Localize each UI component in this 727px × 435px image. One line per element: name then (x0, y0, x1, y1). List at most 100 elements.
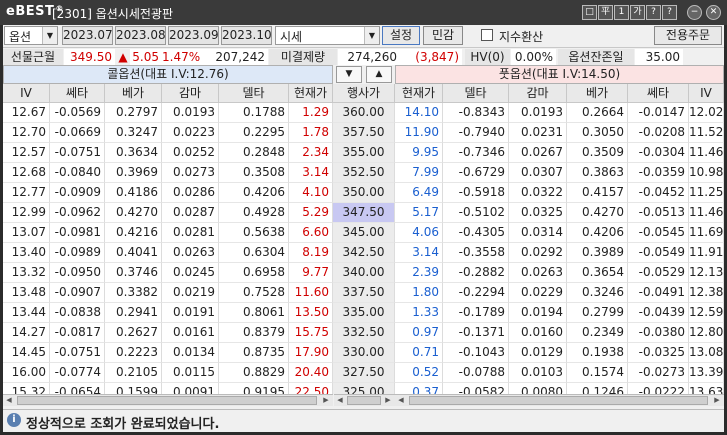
table-cell-p-price[interactable]: 1.33 (395, 303, 443, 323)
table-cell-p-price[interactable]: 0.71 (395, 343, 443, 363)
index-convert-label[interactable]: 지수환산 (499, 28, 543, 45)
window-button-restore[interactable]: □ (582, 5, 597, 20)
view-mode-select[interactable]: 시세 ▼ (275, 26, 380, 45)
scroll-right-icon[interactable]: ▶ (711, 395, 723, 406)
table-cell-c-price[interactable]: 3.14 (289, 163, 333, 183)
table-cell-p-price[interactable]: 14.10 (395, 103, 443, 123)
index-convert-checkbox[interactable] (481, 29, 493, 41)
scroll-thumb[interactable] (17, 396, 317, 405)
column-header-c-delta[interactable]: 델타 (219, 84, 289, 103)
table-cell-c-price[interactable]: 15.75 (289, 323, 333, 343)
strike-price-cell[interactable]: 360.00 (333, 103, 395, 123)
table-cell-c-price[interactable]: 1.78 (289, 123, 333, 143)
table-cell-c-price[interactable]: 6.60 (289, 223, 333, 243)
table-cell-p-theta: -0.0325 (628, 343, 689, 363)
table-cell-c-price[interactable]: 2.34 (289, 143, 333, 163)
product-select[interactable]: 옵션 ▼ (4, 26, 58, 45)
strike-price-cell[interactable]: 350.00 (333, 183, 395, 203)
table-cell-c-price[interactable]: 17.90 (289, 343, 333, 363)
strike-price-cell[interactable]: 330.00 (333, 343, 395, 363)
column-header-p-delta[interactable]: 델타 (443, 84, 509, 103)
strike-price-cell[interactable]: 352.50 (333, 163, 395, 183)
call-horizontal-scrollbar[interactable]: ◀ ▶ (3, 394, 333, 406)
column-header-c-theta[interactable]: 쎄타 (50, 84, 105, 103)
scroll-left-icon[interactable]: ◀ (3, 395, 15, 406)
column-header-c-iv[interactable]: IV (3, 84, 50, 103)
window-button-link[interactable]: 1 (614, 5, 629, 20)
sensitivity-button[interactable]: 민감 (423, 26, 463, 45)
window-button-font[interactable]: 가 (630, 5, 645, 20)
month-button-2023-08[interactable]: 2023.08 (115, 26, 166, 45)
strike-price-cell[interactable]: 335.00 (333, 303, 395, 323)
scroll-thumb[interactable] (347, 396, 381, 405)
month-button-2023-09[interactable]: 2023.09 (168, 26, 219, 45)
table-cell-c-price[interactable]: 5.29 (289, 203, 333, 223)
table-cell-c-vega: 0.2105 (105, 363, 162, 383)
column-header-p-iv[interactable]: IV (689, 84, 724, 103)
table-cell-p-price[interactable]: 0.37 (395, 383, 443, 394)
strike-price-cell[interactable]: 347.50 (333, 203, 395, 223)
table-cell-p-price[interactable]: 2.39 (395, 263, 443, 283)
strike-price-cell[interactable]: 345.00 (333, 223, 395, 243)
table-cell-p-price[interactable]: 4.06 (395, 223, 443, 243)
chevron-down-icon[interactable]: ▼ (364, 27, 379, 44)
month-button-2023-07[interactable]: 2023.07 (62, 26, 113, 45)
column-header-p-price[interactable]: 현재가 (395, 84, 443, 103)
table-cell-p-price[interactable]: 5.17 (395, 203, 443, 223)
strike-horizontal-scrollbar[interactable]: ◀ ▶ (334, 394, 395, 406)
table-cell-c-price[interactable]: 13.50 (289, 303, 333, 323)
strike-price-cell[interactable]: 340.00 (333, 263, 395, 283)
table-cell-c-price[interactable]: 1.29 (289, 103, 333, 123)
scroll-right-icon[interactable]: ▶ (382, 395, 394, 406)
table-cell-p-vega: 0.3863 (567, 163, 628, 183)
table-cell-p-iv: 11.91 (689, 243, 724, 263)
option-board-table[interactable]: IV 쎄타 베가 감마 델타 현재가 행사가 현재가 델타 감마 베가 쎄타 IV 12.67 -0.056… (3, 84, 724, 394)
column-header-p-vega[interactable]: 베가 (567, 84, 628, 103)
column-header-strike[interactable]: 행사가 (333, 84, 395, 103)
strike-price-cell[interactable]: 355.00 (333, 143, 395, 163)
close-icon[interactable]: ✕ (706, 5, 721, 20)
scroll-thumb[interactable] (409, 396, 708, 405)
scroll-left-icon[interactable]: ◀ (334, 395, 346, 406)
table-cell-p-price[interactable]: 0.52 (395, 363, 443, 383)
table-cell-c-price[interactable]: 4.10 (289, 183, 333, 203)
put-horizontal-scrollbar[interactable]: ◀ ▶ (395, 394, 724, 406)
scroll-right-icon[interactable]: ▶ (320, 395, 332, 406)
column-header-c-gamma[interactable]: 감마 (162, 84, 219, 103)
strike-price-cell[interactable]: 332.50 (333, 323, 395, 343)
window-button-pin[interactable]: 平 (598, 5, 613, 20)
table-cell-c-price[interactable]: 11.60 (289, 283, 333, 303)
table-cell-c-price[interactable]: 20.40 (289, 363, 333, 383)
scroll-left-icon[interactable]: ◀ (395, 395, 407, 406)
table-cell-c-price[interactable]: 8.19 (289, 243, 333, 263)
settings-button[interactable]: 설정 (382, 26, 420, 45)
table-cell-p-price[interactable]: 6.49 (395, 183, 443, 203)
table-cell-p-price[interactable]: 0.97 (395, 323, 443, 343)
window-button-help[interactable]: ? (662, 5, 677, 20)
table-cell-c-gamma: 0.0091 (162, 383, 219, 394)
strike-price-cell[interactable]: 342.50 (333, 243, 395, 263)
table-cell-c-price[interactable]: 22.50 (289, 383, 333, 394)
table-cell-p-price[interactable]: 9.95 (395, 143, 443, 163)
table-cell-p-price[interactable]: 1.80 (395, 283, 443, 303)
column-header-p-theta[interactable]: 쎄타 (628, 84, 689, 103)
table-cell-c-vega: 0.3382 (105, 283, 162, 303)
sort-down-icon[interactable]: ▼ (336, 66, 362, 83)
table-cell-p-price[interactable]: 11.90 (395, 123, 443, 143)
strike-price-cell[interactable]: 337.50 (333, 283, 395, 303)
strike-price-cell[interactable]: 327.50 (333, 363, 395, 383)
month-button-2023-10[interactable]: 2023.10 (221, 26, 272, 45)
column-header-p-gamma[interactable]: 감마 (509, 84, 567, 103)
column-header-c-price[interactable]: 현재가 (289, 84, 333, 103)
table-cell-p-price[interactable]: 3.14 (395, 243, 443, 263)
minimize-icon[interactable]: − (687, 5, 702, 20)
strike-price-cell[interactable]: 357.50 (333, 123, 395, 143)
window-button-settings[interactable]: ? (646, 5, 661, 20)
sort-up-icon[interactable]: ▲ (366, 66, 392, 83)
strike-price-cell[interactable]: 325.00 (333, 383, 395, 394)
order-button[interactable]: 전용주문 (654, 26, 722, 45)
table-cell-c-price[interactable]: 9.77 (289, 263, 333, 283)
table-cell-p-price[interactable]: 7.99 (395, 163, 443, 183)
column-header-c-vega[interactable]: 베가 (105, 84, 162, 103)
chevron-down-icon[interactable]: ▼ (42, 27, 57, 44)
